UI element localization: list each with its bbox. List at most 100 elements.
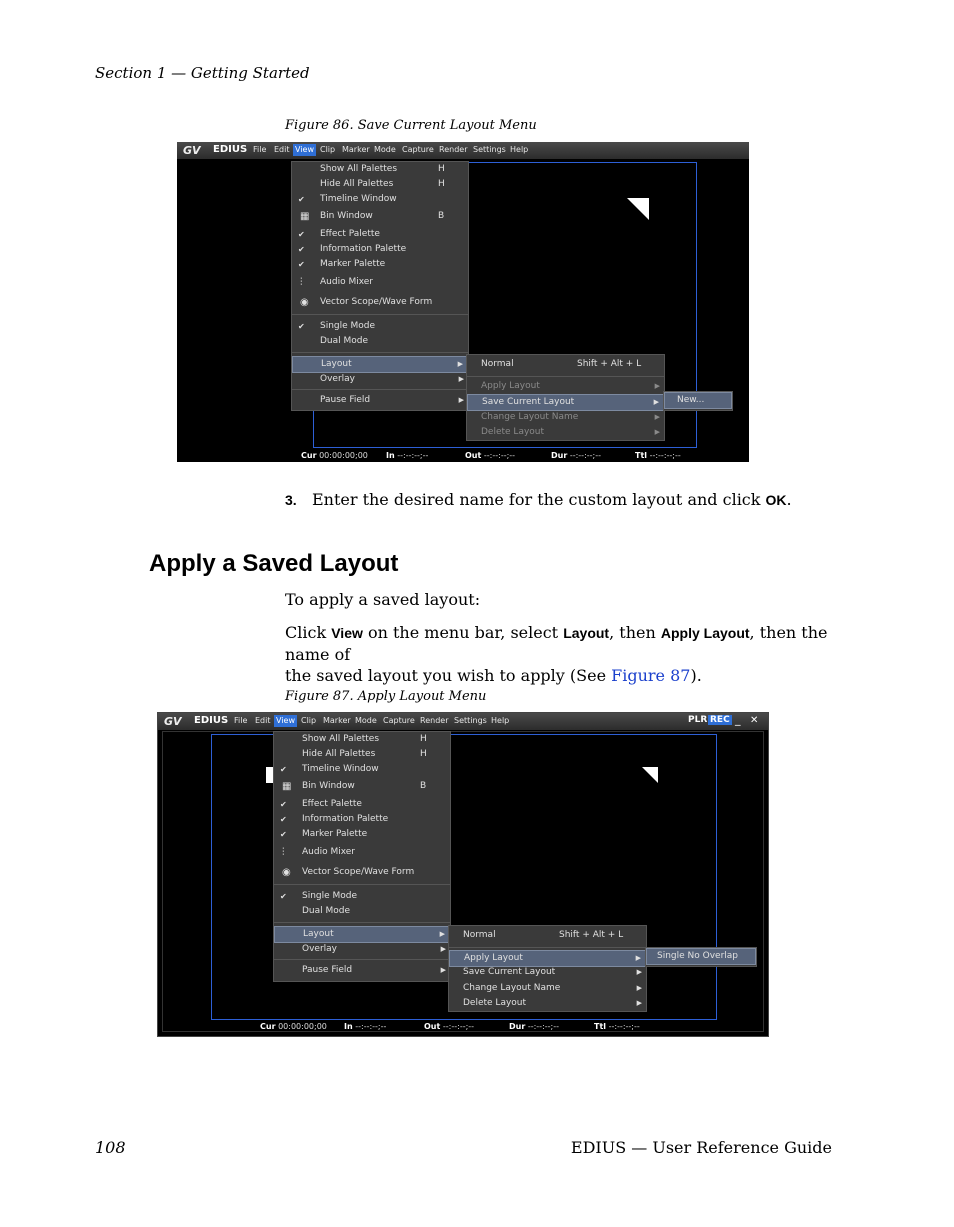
corner-marker-icon [642,767,658,783]
menu-capture[interactable]: Capture [402,145,434,154]
section-header: Section 1 — Getting Started [95,64,310,82]
menu-separator [467,376,664,377]
menu-item-dual-mode[interactable]: Dual Mode [274,904,450,919]
menu-item-bin-window[interactable]: ▦ Bin Window B [274,779,450,794]
audio-mixer-icon: ⫶ [282,847,285,858]
menu-item-new[interactable]: New... [664,392,732,409]
menu-separator [292,314,468,315]
menu-item-audio-mixer[interactable]: ⫶ Audio Mixer [274,845,450,860]
figure-87-screenshot: GV EDIUS File Edit View Clip Marker Mode… [157,712,769,1037]
menu-item-information-palette[interactable]: ✔ Information Palette [274,812,450,827]
menu-item-single-mode[interactable]: ✔ Single Mode [292,319,468,334]
menu-help[interactable]: Help [510,145,528,154]
menu-item-normal[interactable]: Normal Shift + Alt + L [467,357,664,372]
menu-help[interactable]: Help [491,716,509,725]
menu-settings[interactable]: Settings [473,145,506,154]
instruction-paragraph: Click View on the menu bar, select Layou… [285,623,828,685]
app-brand: EDIUS [213,144,248,155]
menu-separator [274,922,450,923]
rec-indicator[interactable]: REC [708,715,732,725]
menu-view[interactable]: View [274,715,297,727]
menu-item-show-all-palettes[interactable]: Show All Palettes H [292,162,468,177]
menu-item-change-layout-name[interactable]: Change Layout Name ▶ [467,410,664,425]
layout-submenu: Normal Shift + Alt + L Apply Layout ▶ Save… [448,925,647,1012]
menu-item-save-current-layout[interactable]: Save Current Layout ▶ [467,394,664,411]
menu-settings[interactable]: Settings [454,716,487,725]
menu-edit[interactable]: Edit [274,145,290,154]
menu-marker[interactable]: Marker [323,716,351,725]
menu-item-hide-all-palettes[interactable]: Hide All Palettes H [274,747,450,762]
menu-item-bin-window[interactable]: ▦ Bin Window B [292,209,468,224]
audio-mixer-icon: ⫶ [300,277,303,288]
menu-item-audio-mixer[interactable]: ⫶ Audio Mixer [292,275,468,290]
vector-scope-icon: ◉ [300,297,309,308]
gv-logo-icon: GV [183,144,201,157]
bin-icon: ▦ [282,781,292,792]
left-corner-marker-icon [266,767,273,783]
menu-item-hide-all-palettes[interactable]: Hide All Palettes H [292,177,468,192]
menu-file[interactable]: File [234,716,247,725]
menu-marker[interactable]: Marker [342,145,370,154]
menu-bar: GV EDIUS File Edit View Clip Marker Mode… [177,142,749,159]
menu-item-information-palette[interactable]: ✔ Information Palette [292,242,468,257]
menu-item-apply-layout[interactable]: Apply Layout ▶ [467,379,664,394]
menu-item-pause-field[interactable]: Pause Field ▶ [292,393,468,408]
menu-item-dual-mode[interactable]: Dual Mode [292,334,468,349]
menu-mode[interactable]: Mode [374,145,396,154]
menu-capture[interactable]: Capture [383,716,415,725]
view-menu: Show All Palettes H Hide All Palettes H ✔ T… [291,161,469,411]
close-button[interactable]: ✕ [750,715,758,726]
vector-scope-icon: ◉ [282,867,291,878]
menu-item-marker-palette[interactable]: ✔ Marker Palette [292,257,468,272]
page-number: 108 [95,1138,126,1157]
menu-item-single-mode[interactable]: ✔ Single Mode [274,889,450,904]
menu-item-delete-layout[interactable]: Delete Layout ▶ [467,425,664,440]
menu-item-timeline-window[interactable]: ✔ Timeline Window [292,192,468,207]
menu-clip[interactable]: Clip [301,716,316,725]
menu-render[interactable]: Render [420,716,448,725]
figure-87-link[interactable]: Figure 87 [611,666,690,685]
footer-title: EDIUS — User Reference Guide [570,1138,832,1157]
view-menu: Show All Palettes H Hide All Palettes H ✔ T… [273,731,451,982]
menu-separator [292,352,468,353]
menu-item-overlay[interactable]: Overlay ▶ [274,942,450,957]
intro-text: To apply a saved layout: [285,590,481,609]
section-title: Apply a Saved Layout [149,550,399,577]
minimize-button[interactable]: _ [735,713,741,726]
figure-87-caption: Figure 87. Apply Layout Menu [285,689,487,704]
menu-item-layout[interactable]: Layout ▶ [274,926,450,943]
menu-item-single-no-overlap[interactable]: Single No Overlap [646,948,756,965]
menu-item-vector-scope[interactable]: ◉ Vector Scope/Wave Form [274,865,450,880]
menu-clip[interactable]: Clip [320,145,335,154]
menu-item-change-layout-name[interactable]: Change Layout Name ▶ [449,981,646,996]
menu-view[interactable]: View [293,144,316,156]
corner-marker-icon [627,198,649,220]
menu-separator [449,947,646,948]
menu-render[interactable]: Render [439,145,467,154]
menu-item-effect-palette[interactable]: ✔ Effect Palette [292,227,468,242]
bin-icon: ▦ [300,211,310,222]
menu-item-show-all-palettes[interactable]: Show All Palettes H [274,732,450,747]
plr-indicator[interactable]: PLR [688,715,707,725]
layout-submenu: Normal Shift + Alt + L Apply Layout ▶ Save… [466,354,665,441]
menu-item-marker-palette[interactable]: ✔ Marker Palette [274,827,450,842]
gv-logo-icon: GV [164,715,182,728]
save-layout-submenu: New... [663,391,733,411]
menu-separator [292,389,468,390]
step-3: 3. Enter the desired name for the custom… [285,490,792,509]
menu-item-normal[interactable]: Normal Shift + Alt + L [449,928,646,943]
menu-item-vector-scope[interactable]: ◉ Vector Scope/Wave Form [292,295,468,310]
menu-item-delete-layout[interactable]: Delete Layout ▶ [449,996,646,1011]
menu-edit[interactable]: Edit [255,716,271,725]
menu-item-save-current-layout[interactable]: Save Current Layout ▶ [449,965,646,980]
menu-item-pause-field[interactable]: Pause Field ▶ [274,963,450,978]
apply-layout-submenu: Single No Overlap [645,947,757,967]
menu-item-overlay[interactable]: Overlay ▶ [292,372,468,387]
figure-86-caption: Figure 86. Save Current Layout Menu [285,118,537,133]
menu-mode[interactable]: Mode [355,716,377,725]
menu-item-effect-palette[interactable]: ✔ Effect Palette [274,797,450,812]
app-brand: EDIUS [194,715,229,726]
menu-file[interactable]: File [253,145,266,154]
menu-item-timeline-window[interactable]: ✔ Timeline Window [274,762,450,777]
menu-item-layout[interactable]: Layout ▶ [292,356,468,373]
